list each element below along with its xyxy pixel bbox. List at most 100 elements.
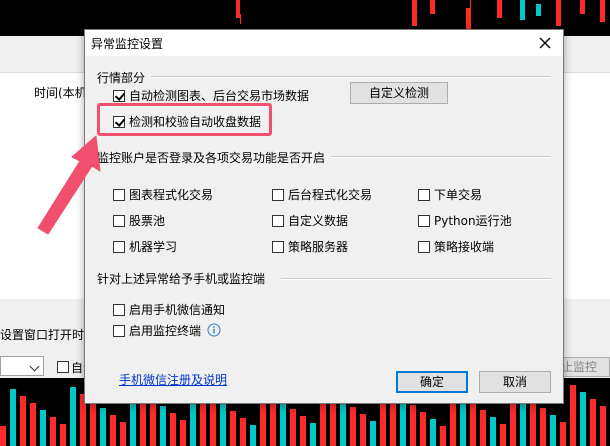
section-notify-label: 针对上述异常给予手机或监控端	[97, 272, 266, 286]
candle-bar	[470, 0, 471, 8]
stop-monitor-label: 止监控	[561, 360, 598, 374]
option-checkbox-box[interactable]	[418, 214, 430, 227]
candle-bar	[420, 412, 426, 446]
option-checkbox-box[interactable]	[272, 188, 284, 201]
monitor-terminal-checkbox-box[interactable]	[113, 324, 125, 337]
candle-bar	[412, 0, 417, 26]
candle-bar	[470, 403, 476, 446]
candle-bar	[60, 424, 66, 446]
close-icon	[539, 37, 551, 49]
candle-bar	[280, 402, 286, 446]
candle-bar	[556, 0, 561, 26]
candle-bar	[50, 417, 56, 446]
candle-bar	[300, 416, 306, 446]
candle-bar	[230, 411, 236, 446]
option-checkbox-box[interactable]	[113, 214, 125, 227]
candle-bar	[466, 8, 471, 30]
anomaly-monitor-dialog: 异常监控设置 行情部分 自动检测图表、后台交易市场数据 自定义检测 检测和校验自…	[84, 29, 564, 404]
candle-bar	[290, 409, 296, 446]
option-label: Python运行池	[434, 214, 512, 228]
option-checkbox-box[interactable]	[113, 188, 125, 201]
candle-bar	[90, 401, 96, 446]
wechat-notify-label: 启用手机微信通知	[129, 303, 226, 317]
option-checkbox-box[interactable]	[272, 240, 284, 253]
candle-bar	[540, 408, 546, 446]
candle-bar	[340, 400, 346, 446]
custom-detect-label: 自定义检测	[368, 86, 429, 100]
stop-monitor-button[interactable]: 止监控	[556, 357, 610, 377]
option-checkbox-box[interactable]	[272, 214, 284, 227]
info-icon[interactable]	[207, 323, 221, 337]
candle-bar	[180, 420, 186, 446]
time-label: 时间(本机	[34, 86, 87, 100]
candle-bar	[430, 419, 436, 446]
candle-bar	[410, 405, 416, 446]
option-label: 策略服务器	[288, 240, 349, 254]
close-button[interactable]	[535, 33, 555, 53]
dialog-title: 异常监控设置	[91, 37, 164, 51]
annotation-highlight-box	[97, 103, 272, 136]
candle-bar	[590, 399, 596, 446]
option-strategy-server[interactable]: 策略服务器	[272, 238, 348, 255]
candle-bar	[110, 415, 116, 446]
candle-bar	[497, 0, 502, 18]
section-account-label: 监控账户是否登录及各项交易功能是否开启	[97, 151, 326, 165]
auto-detect-checkbox-box[interactable]	[113, 89, 125, 102]
option-chart-auto-trading[interactable]: 图表程式化交易	[113, 186, 213, 203]
auto-detect-label: 自动检测图表、后台交易市场数据	[129, 89, 310, 103]
candle-bar	[10, 389, 16, 446]
option-custom-data[interactable]: 自定义数据	[272, 212, 348, 229]
candle-bar	[240, 14, 241, 24]
option-label: 后台程式化交易	[288, 188, 373, 202]
option-checkbox-box[interactable]	[418, 240, 430, 253]
candle-bar	[560, 422, 566, 446]
option-background-auto-trading[interactable]: 后台程式化交易	[272, 186, 372, 203]
wechat-notify-checkbox[interactable]: 启用手机微信通知	[113, 301, 225, 318]
option-label: 策略接收端	[434, 240, 495, 254]
option-python-pool[interactable]: Python运行池	[418, 212, 512, 229]
option-checkbox-box[interactable]	[418, 188, 430, 201]
section-account-divider	[331, 156, 551, 158]
background-dropdown[interactable]	[0, 356, 44, 376]
candle-bar	[160, 406, 166, 446]
section-notify-divider	[281, 278, 551, 280]
candle-bar	[220, 404, 226, 446]
auto-detect-checkbox[interactable]: 自动检测图表、后台交易市场数据	[113, 87, 309, 104]
candle-bar	[0, 426, 6, 446]
candle-bar	[240, 418, 246, 446]
section-market-divider	[151, 76, 551, 78]
background-auto-label: 自动	[71, 361, 85, 375]
candle-bar	[500, 424, 506, 446]
candle-bar	[30, 403, 36, 446]
wechat-notify-checkbox-box[interactable]	[113, 303, 125, 316]
candle-bar	[580, 0, 585, 14]
ok-button[interactable]: 确定	[396, 371, 468, 393]
candle-bar	[350, 407, 356, 446]
option-stock-pool[interactable]: 股票池	[113, 212, 165, 229]
cancel-label: 取消	[502, 375, 527, 389]
option-machine-learning[interactable]: 机器学习	[113, 238, 177, 255]
candle-bar	[120, 422, 126, 446]
candle-bar	[20, 396, 26, 446]
candle-bar	[430, 0, 435, 14]
candle-bar	[580, 392, 586, 446]
candle-bar	[400, 398, 406, 446]
cancel-button[interactable]: 取消	[479, 371, 551, 393]
candle-bar	[440, 426, 446, 446]
option-strategy-receiver[interactable]: 策略接收端	[418, 238, 494, 255]
option-label: 股票池	[129, 214, 166, 228]
candle-bar	[40, 410, 46, 446]
ok-label: 确定	[419, 375, 444, 389]
wechat-help-link[interactable]: 手机微信注册及说明	[119, 371, 227, 388]
candle-bar	[600, 0, 605, 22]
option-order-trading[interactable]: 下单交易	[418, 186, 482, 203]
section-market-label: 行情部分	[97, 71, 146, 85]
option-checkbox-box[interactable]	[113, 240, 125, 253]
background-auto-checkbox[interactable]	[57, 361, 69, 373]
candle-bar	[170, 413, 176, 446]
custom-detect-button[interactable]: 自定义检测	[350, 82, 448, 104]
option-label: 自定义数据	[288, 214, 349, 228]
candle-bar	[520, 0, 525, 20]
candle-bar	[210, 397, 216, 446]
monitor-terminal-checkbox[interactable]: 启用监控终端	[113, 322, 201, 339]
